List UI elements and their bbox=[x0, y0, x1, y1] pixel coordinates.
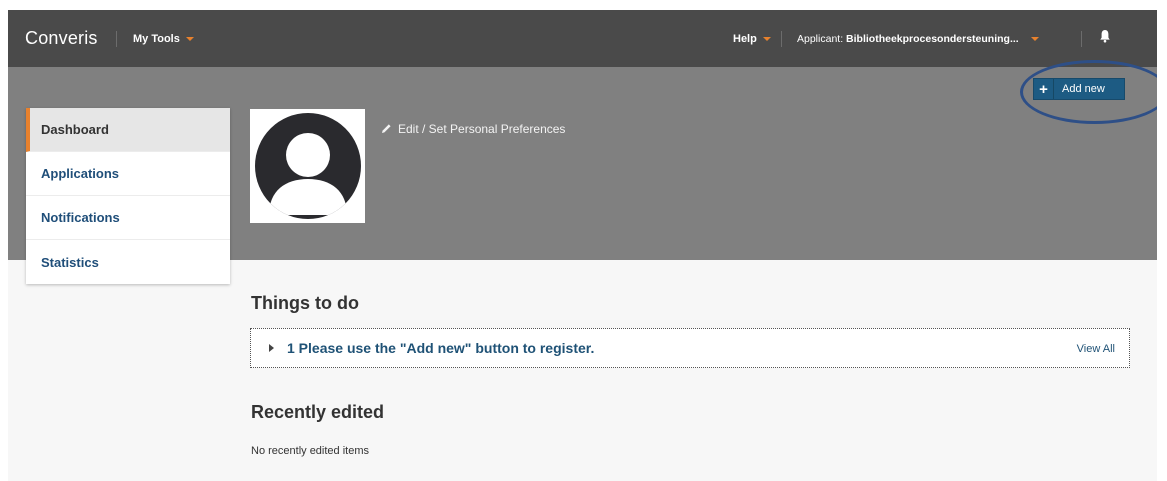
edit-preferences-link[interactable]: Edit / Set Personal Preferences bbox=[381, 122, 565, 136]
highlight-circle bbox=[1020, 60, 1157, 124]
help-label: Help bbox=[733, 33, 757, 45]
divider bbox=[116, 31, 117, 47]
triangle-right-icon bbox=[269, 344, 274, 352]
brand-logo[interactable]: Converis bbox=[25, 28, 98, 49]
pencil-icon bbox=[382, 124, 391, 133]
top-navbar: Converis My Tools Help Applicant: Biblio… bbox=[8, 10, 1157, 67]
applicant-name: Bibliotheekprocesondersteuning... bbox=[846, 33, 1019, 45]
chevron-down-icon bbox=[1030, 37, 1039, 42]
edit-preferences-label: Edit / Set Personal Preferences bbox=[398, 122, 566, 136]
sidebar-item-dashboard[interactable]: Dashboard bbox=[26, 108, 230, 152]
user-avatar-icon bbox=[250, 109, 365, 223]
my-tools-menu[interactable]: My Tools bbox=[133, 33, 194, 45]
things-to-do-heading: Things to do bbox=[251, 293, 359, 313]
sidebar-item-applications[interactable]: Applications bbox=[26, 152, 230, 196]
applicant-prefix: Applicant: bbox=[797, 33, 847, 45]
app-window: Converis My Tools Help Applicant: Biblio… bbox=[8, 10, 1157, 481]
applicant-menu[interactable]: Applicant: Bibliotheekprocesondersteunin… bbox=[797, 33, 1039, 45]
bell-icon[interactable] bbox=[1100, 29, 1110, 48]
no-recent-items-text: No recently edited items bbox=[251, 445, 369, 457]
sidebar-item-notifications[interactable]: Notifications bbox=[26, 196, 230, 240]
view-all-link[interactable]: View All bbox=[1077, 343, 1115, 355]
chevron-down-icon bbox=[762, 37, 771, 42]
recently-edited-heading: Recently edited bbox=[251, 402, 385, 422]
sidebar-nav: Dashboard Applications Notifications Sta… bbox=[26, 108, 230, 284]
divider bbox=[781, 31, 782, 47]
sidebar-item-statistics[interactable]: Statistics bbox=[26, 240, 230, 284]
chevron-down-icon bbox=[185, 37, 194, 42]
todo-item-link[interactable]: 1 Please use the "Add new" button to reg… bbox=[287, 340, 594, 356]
todo-item[interactable]: 1 Please use the "Add new" button to reg… bbox=[250, 328, 1130, 368]
divider bbox=[1081, 31, 1082, 47]
my-tools-label: My Tools bbox=[133, 33, 180, 45]
help-menu[interactable]: Help bbox=[733, 33, 771, 45]
